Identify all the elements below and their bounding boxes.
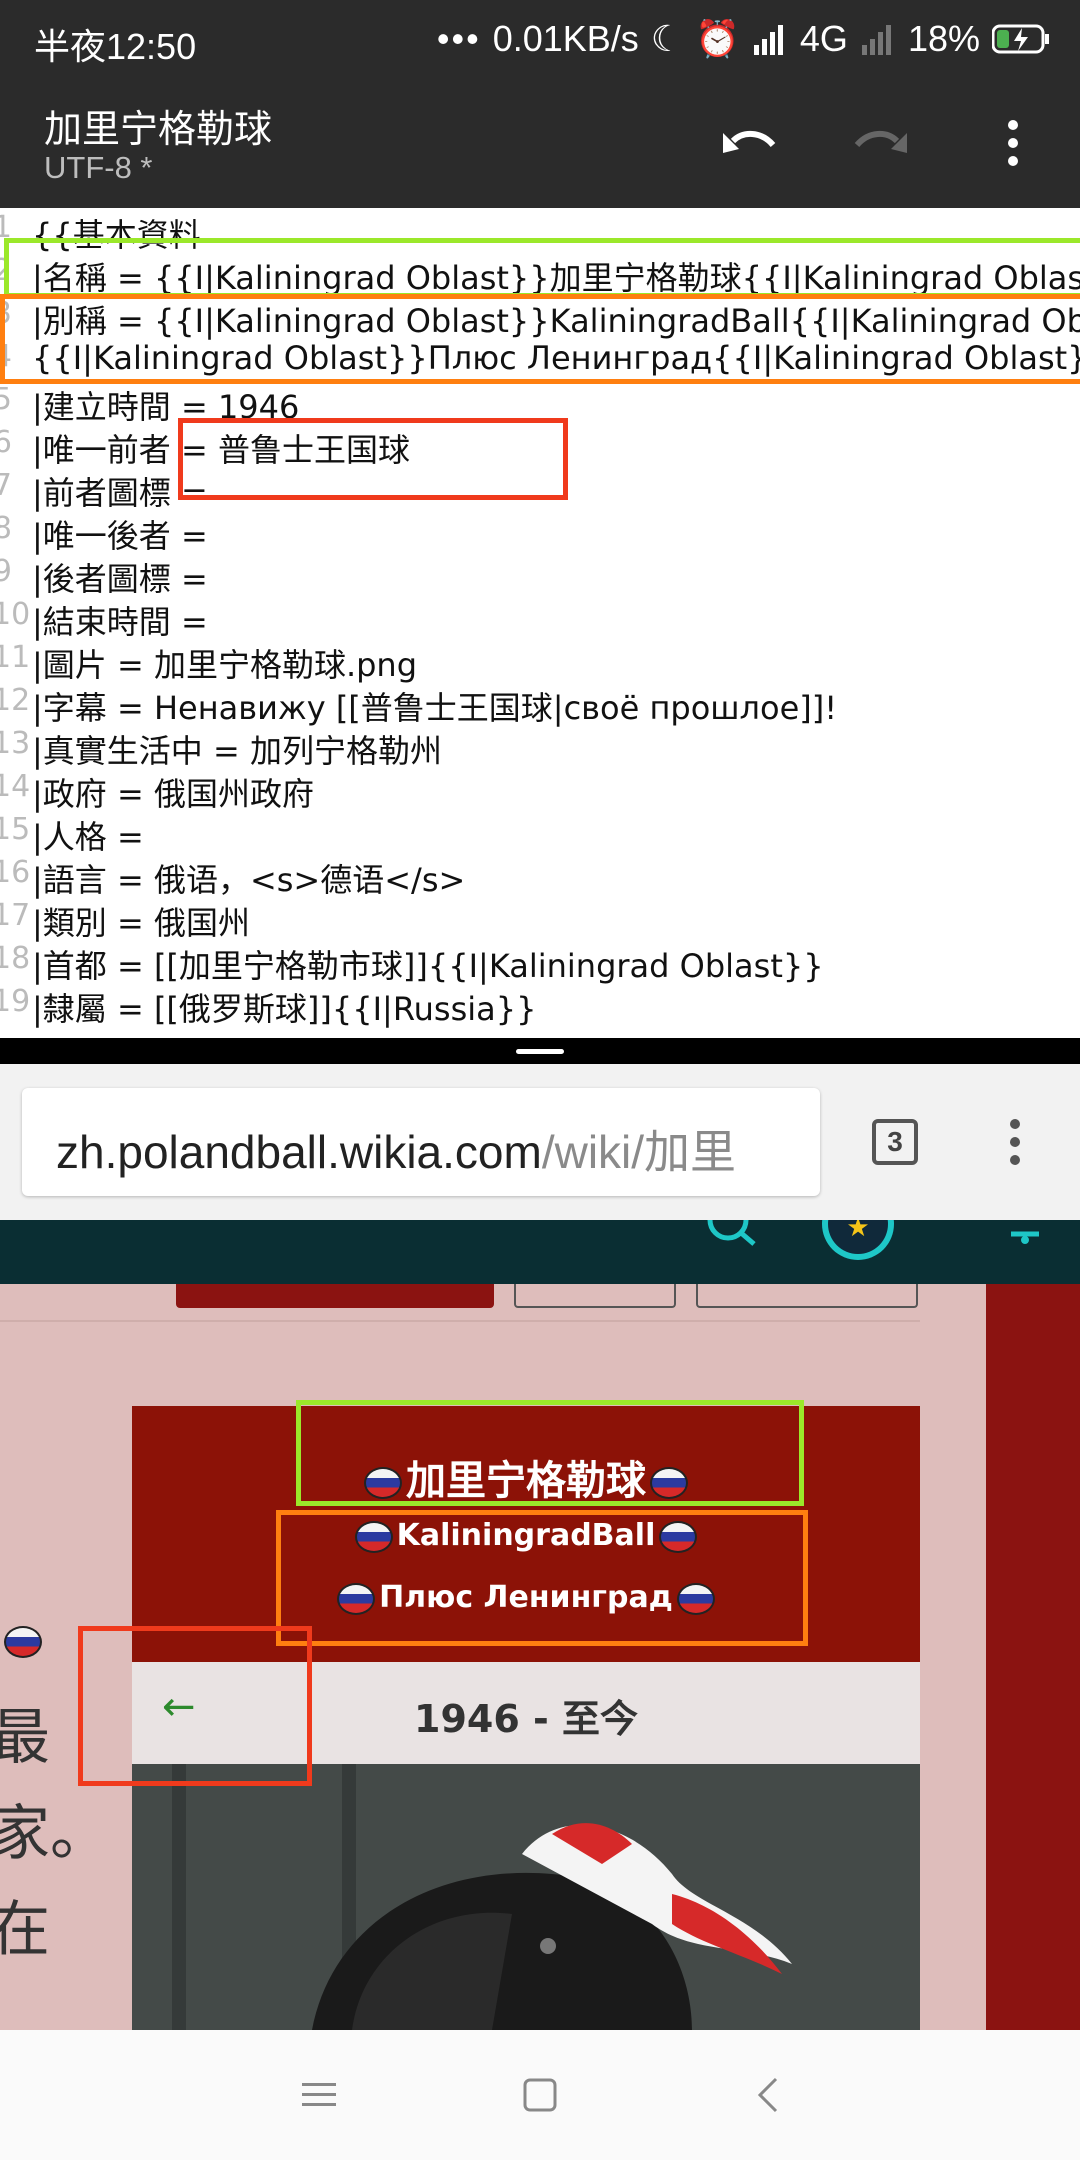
highlight-infobox-aliases xyxy=(276,1510,808,1646)
back-icon xyxy=(757,2077,778,2113)
editor-line: 8 |唯一後者 = xyxy=(0,511,208,555)
status-bar: 半夜12:50 ••• 0.01KB/s ☾ ⏰ 4G 18% xyxy=(0,0,1080,78)
tab-switcher-button[interactable]: 3 xyxy=(872,1119,918,1165)
undo-icon xyxy=(723,131,776,153)
more-vert-icon xyxy=(1010,1119,1020,1165)
right-rail xyxy=(986,1284,1080,2030)
redo-button[interactable] xyxy=(846,108,916,178)
highlight-predecessor-arrow xyxy=(78,1626,312,1786)
moon-icon: ☾ xyxy=(650,18,684,59)
editor-line: 19 |隸屬 = [[俄罗斯球]]{{I|Russia}} xyxy=(0,984,537,1028)
editor-line: 13 |真實生活中 = 加列宁格勒州 xyxy=(0,726,442,770)
editor-line: 16 |語言 = 俄语，<s>德语</s> xyxy=(0,855,466,899)
search-icon[interactable] xyxy=(700,1220,760,1250)
home-icon xyxy=(523,2078,557,2112)
editor-line: 10 |結束時間 = xyxy=(0,597,208,641)
battery-percent: 18% xyxy=(907,18,980,59)
infobox-image[interactable] xyxy=(132,1764,920,2030)
divider xyxy=(0,1320,920,1322)
system-nav-bar xyxy=(0,2030,1080,2160)
battery-charging-icon xyxy=(992,24,1049,54)
redo-icon xyxy=(854,131,907,153)
editor-line: 14 |政府 = 俄国州政府 xyxy=(0,769,314,813)
edit-button[interactable] xyxy=(176,1284,494,1308)
highlight-alias-lines xyxy=(0,294,1080,384)
highlight-predecessor xyxy=(178,418,568,500)
status-icons: ••• 0.01KB/s ☾ ⏰ 4G 18% xyxy=(437,18,1050,60)
menu-button[interactable] xyxy=(294,2070,344,2120)
net-speed: 0.01KB/s xyxy=(492,18,639,59)
alarm-icon: ⏰ xyxy=(695,18,740,59)
network-type: 4G xyxy=(799,18,848,59)
page-action-button[interactable] xyxy=(696,1284,918,1308)
file-encoding: UTF-8 * xyxy=(44,150,153,185)
avatar[interactable]: ★ xyxy=(818,1220,898,1264)
highlight-infobox-title xyxy=(296,1400,804,1506)
page-action-button[interactable] xyxy=(514,1284,676,1308)
character-artwork xyxy=(132,1764,920,2030)
dots-icon: ••• xyxy=(436,18,481,59)
editor-line: 9 |後者圖標 = xyxy=(0,554,208,598)
highlight-name-line xyxy=(4,238,1080,298)
split-screen-divider[interactable] xyxy=(0,1038,1080,1064)
overflow-menu-button[interactable] xyxy=(978,108,1048,178)
url-text: zh.polandball.wikia.com/wiki/加里 xyxy=(56,1126,737,1178)
back-button[interactable] xyxy=(743,2070,793,2120)
editor-line: 15 |人格 = xyxy=(0,812,144,856)
site-nav-bar: ★ xyxy=(0,1220,1080,1284)
status-time: 半夜12:50 xyxy=(34,26,197,67)
address-bar[interactable]: zh.polandball.wikia.com/wiki/加里 xyxy=(22,1088,820,1196)
editor-app-bar: 加里宁格勒球 UTF-8 * xyxy=(0,78,1080,208)
signal-icon xyxy=(753,25,783,55)
editor-line: 12 |字幕 = Ненавижу [[普鲁士王国球|своё прошлое]]… xyxy=(0,683,838,727)
editor-line: 17 |類別 = 俄国州 xyxy=(0,898,250,942)
svg-text:★: ★ xyxy=(846,1220,869,1243)
editor-line: 11 |圖片 = 加里宁格勒球.png xyxy=(0,640,418,684)
browser-menu-button[interactable] xyxy=(1008,1118,1022,1170)
text-editor[interactable]: 1 {{基本資料 2 |名稱 = {{I|Kaliningrad Oblast}}加… xyxy=(0,208,1080,1038)
menu-icon xyxy=(302,2083,336,2106)
editor-line: 5 |建立時間 = 1946 xyxy=(0,382,300,426)
file-title: 加里宁格勒球 xyxy=(44,107,273,151)
editor-line: 18 |首都 = [[加里宁格勒市球]]{{I|Kaliningrad Oblas… xyxy=(0,941,824,985)
home-button[interactable] xyxy=(515,2070,565,2120)
divider-handle[interactable] xyxy=(516,1049,564,1054)
wiki-page: ★ 最 家。 在 加里宁格勒球 KaliningradBall Плюс Лен… xyxy=(0,1220,1080,2030)
signal-weak-icon xyxy=(861,25,891,55)
flag-ball-icon xyxy=(0,1626,46,1658)
notification-bell-icon[interactable] xyxy=(1005,1220,1045,1250)
more-vert-icon xyxy=(1008,120,1018,166)
undo-button[interactable] xyxy=(714,108,784,178)
